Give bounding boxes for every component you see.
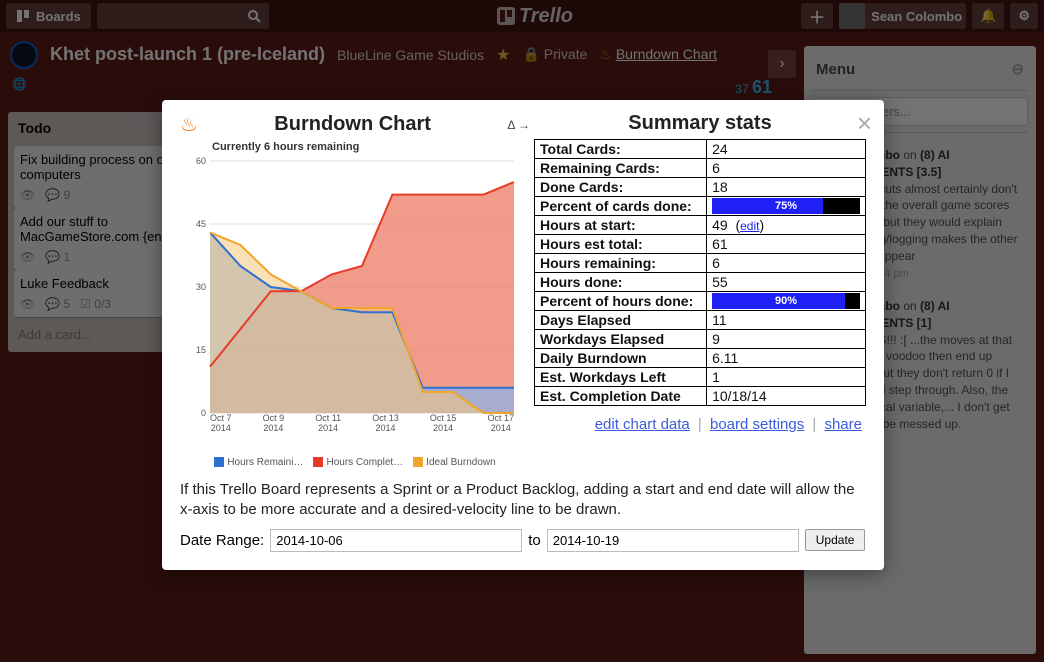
stat-value: 61	[707, 235, 866, 254]
legend-item: Ideal Burndown	[413, 457, 496, 468]
stats-table: Total Cards:24Remaining Cards:6Done Card…	[534, 139, 866, 406]
burndown-chart: 0 15 30 45 60 Oct 72014 Oct 92014 Oct 112014 Oc…	[180, 155, 520, 455]
stat-key: Hours est total:	[535, 235, 707, 254]
chart-column: ♨ Burndown Chart Δ → Currently 6 hours r…	[180, 112, 530, 468]
update-button[interactable]: Update	[805, 529, 866, 551]
x-tick: Oct 172014	[487, 413, 514, 433]
svg-text:60: 60	[196, 156, 206, 166]
legend-item: Hours Remaini…	[214, 457, 303, 468]
stat-key: Total Cards:	[535, 140, 707, 159]
stat-key: Done Cards:	[535, 178, 707, 197]
stat-value: 10/18/14	[707, 387, 866, 406]
stats-row: Remaining Cards:6	[535, 159, 866, 178]
stats-row: Hours done:55	[535, 273, 866, 292]
chart-title: Burndown Chart	[208, 113, 497, 136]
stats-row: Daily Burndown6.11	[535, 349, 866, 368]
stat-key: Remaining Cards:	[535, 159, 707, 178]
stats-row: Hours at start:49 (edit)	[535, 216, 866, 235]
stats-row: Percent of hours done: 90%	[535, 292, 866, 311]
stat-value: 6	[707, 159, 866, 178]
x-tick: Oct 92014	[263, 413, 285, 433]
svg-text:30: 30	[196, 282, 206, 292]
edit-chart-link[interactable]: edit chart data	[595, 416, 690, 433]
stats-column: Summary stats Total Cards:24Remaining Ca…	[534, 112, 866, 468]
stats-row: Hours est total:61	[535, 235, 866, 254]
stats-row: Total Cards:24	[535, 140, 866, 159]
progress-bar: 90%	[712, 293, 860, 309]
stats-row: Workdays Elapsed9	[535, 330, 866, 349]
stat-key: Est. Workdays Left	[535, 368, 707, 387]
x-tick: Oct 132014	[372, 413, 399, 433]
stat-value: 11	[707, 311, 866, 330]
stat-value: 55	[707, 273, 866, 292]
date-from-input[interactable]	[270, 529, 522, 552]
svg-text:0: 0	[201, 408, 206, 418]
stat-key: Hours done:	[535, 273, 707, 292]
stat-key: Workdays Elapsed	[535, 330, 707, 349]
flame-icon: ♨	[180, 112, 198, 137]
stat-key: Hours remaining:	[535, 254, 707, 273]
stat-key: Hours at start:	[535, 216, 707, 235]
delta-toggle[interactable]: Δ →	[507, 118, 530, 132]
chart-subtitle: Currently 6 hours remaining	[212, 141, 530, 153]
svg-text:45: 45	[196, 219, 206, 229]
date-range-label: Date Range:	[180, 532, 264, 549]
stats-row: Est. Workdays Left1	[535, 368, 866, 387]
x-tick: Oct 112014	[315, 413, 341, 433]
stats-title: Summary stats	[534, 112, 866, 135]
stat-value: 6.11	[707, 349, 866, 368]
board-settings-link[interactable]: board settings	[710, 416, 804, 433]
burndown-modal: × ♨ Burndown Chart Δ → Currently 6 hours…	[162, 100, 884, 570]
stat-value: 18	[707, 178, 866, 197]
close-icon: ×	[857, 108, 872, 138]
x-tick: Oct 152014	[430, 413, 457, 433]
stat-value: 75%	[707, 197, 866, 216]
stats-row: Hours remaining:6	[535, 254, 866, 273]
hint-text: If this Trello Board represents a Sprint…	[180, 480, 866, 521]
stat-key: Days Elapsed	[535, 311, 707, 330]
stat-value: 90%	[707, 292, 866, 311]
share-link[interactable]: share	[824, 416, 862, 433]
stats-row: Percent of cards done: 75%	[535, 197, 866, 216]
modal-links: edit chart data | board settings | share	[534, 416, 866, 433]
stat-value: 24	[707, 140, 866, 159]
stats-row: Days Elapsed11	[535, 311, 866, 330]
date-to-input[interactable]	[547, 529, 799, 552]
stat-key: Percent of hours done:	[535, 292, 707, 311]
stat-value: 6	[707, 254, 866, 273]
close-button[interactable]: ×	[857, 108, 872, 139]
to-label: to	[528, 532, 541, 549]
legend-item: Hours Complet…	[313, 457, 403, 468]
stat-value: 9	[707, 330, 866, 349]
stats-row: Done Cards:18	[535, 178, 866, 197]
stat-key: Est. Completion Date	[535, 387, 707, 406]
x-tick: Oct 72014	[210, 413, 232, 433]
chart-legend: Hours Remaini… Hours Complet… Ideal Burndo…	[180, 457, 530, 468]
stat-key: Percent of cards done:	[535, 197, 707, 216]
svg-text:15: 15	[196, 345, 206, 355]
edit-hours-link[interactable]: edit	[740, 219, 759, 233]
progress-bar: 75%	[712, 198, 860, 214]
stat-value: 1	[707, 368, 866, 387]
date-range-row: Date Range: to Update	[180, 529, 866, 552]
stats-row: Est. Completion Date10/18/14	[535, 387, 866, 406]
stat-key: Daily Burndown	[535, 349, 707, 368]
stat-value: 49 (edit)	[707, 216, 866, 235]
